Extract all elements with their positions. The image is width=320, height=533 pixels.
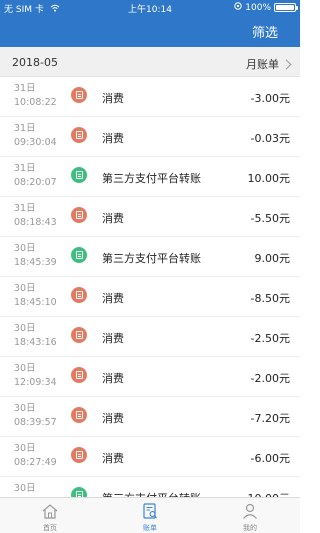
transaction-time: 12:09:34: [14, 377, 57, 388]
transaction-row[interactable]: 30日 18:45:10 消费 -8.50元: [0, 277, 300, 317]
transaction-amount: -6.00元: [250, 452, 290, 465]
transaction-day: 31日: [14, 203, 36, 214]
monthly-bill-link[interactable]: 月账单: [246, 56, 292, 72]
transaction-row[interactable]: 31日 08:18:43 消费 -5.50元: [0, 197, 300, 237]
transaction-datetime: 30日: [14, 482, 36, 496]
person-icon: [241, 503, 259, 519]
tab-bar: 首页 账单 我的: [0, 497, 300, 533]
tab-mine[interactable]: 我的: [200, 498, 300, 533]
transaction-datetime: 31日 08:20:07: [14, 162, 57, 190]
red-bill-icon: [71, 287, 87, 303]
transaction-title: 消费: [102, 212, 124, 225]
transaction-title: 第三方支付平台转账: [102, 252, 201, 265]
transaction-amount: -2.00元: [250, 372, 290, 385]
transaction-day: 30日: [14, 283, 36, 294]
transaction-day: 31日: [14, 163, 36, 174]
transaction-title: 消费: [102, 452, 124, 465]
header-bar: 无 SIM 卡 上午10:14 100% 筛选: [0, 0, 300, 47]
green-bill-icon: [71, 247, 87, 263]
red-bill-icon: [71, 127, 87, 143]
transaction-day: 31日: [14, 123, 36, 134]
status-bar: 无 SIM 卡 上午10:14 100%: [0, 0, 300, 15]
transaction-datetime: 31日 09:30:04: [14, 122, 57, 150]
transaction-time: 08:27:49: [14, 457, 57, 468]
green-bill-icon: [71, 167, 87, 183]
tab-bill[interactable]: 账单: [100, 498, 200, 533]
monthly-bill-label: 月账单: [246, 58, 279, 71]
transaction-row[interactable]: 30日 12:09:34 消费 -2.00元: [0, 357, 300, 397]
transaction-time: 09:30:04: [14, 137, 57, 148]
transaction-time: 08:18:43: [14, 217, 57, 228]
transaction-time: 18:45:10: [14, 297, 57, 308]
transaction-row[interactable]: 30日 18:43:16 消费 -2.50元: [0, 317, 300, 357]
transaction-time: 08:39:57: [14, 417, 57, 428]
transaction-day: 30日: [14, 323, 36, 334]
transaction-time: 18:43:16: [14, 337, 57, 348]
transaction-datetime: 30日 18:43:16: [14, 322, 57, 350]
month-bar: 2018-05 月账单: [0, 47, 300, 77]
transaction-title: 消费: [102, 92, 124, 105]
transaction-row[interactable]: 31日 08:20:07 第三方支付平台转账 10.00元: [0, 157, 300, 197]
transaction-title: 消费: [102, 412, 124, 425]
bill-search-icon: [141, 503, 159, 519]
transaction-day: 30日: [14, 363, 36, 374]
status-right: 100%: [234, 2, 298, 13]
transaction-datetime: 30日 18:45:39: [14, 242, 57, 270]
transaction-title: 消费: [102, 132, 124, 145]
red-bill-icon: [71, 327, 87, 343]
transaction-datetime: 30日 18:45:10: [14, 282, 57, 310]
transaction-day: 31日: [14, 83, 36, 94]
transaction-list[interactable]: 31日 10:08:22 消费 -3.00元 31日 09:30:04 消费 -0.03元 31…: [0, 77, 300, 497]
green-bill-icon: [71, 487, 87, 497]
chevron-right-icon: [281, 59, 292, 69]
transaction-time: 08:20:07: [14, 177, 57, 188]
transaction-title: 第三方支付平台转账: [102, 172, 201, 185]
red-bill-icon: [71, 207, 87, 223]
transaction-datetime: 30日 12:09:34: [14, 362, 57, 390]
transaction-datetime: 31日 08:18:43: [14, 202, 57, 230]
transaction-amount: -3.00元: [250, 92, 290, 105]
transaction-day: 30日: [14, 243, 36, 254]
filter-button[interactable]: 筛选: [252, 22, 278, 41]
transaction-day: 30日: [14, 483, 36, 494]
orientation-lock-icon: [234, 2, 242, 13]
transaction-row[interactable]: 30日 08:39:57 消费 -7.20元: [0, 397, 300, 437]
transaction-amount: 10.00元: [248, 490, 291, 497]
transaction-amount: -8.50元: [250, 292, 290, 305]
red-bill-icon: [71, 407, 87, 423]
transaction-row[interactable]: 30日第三方支付平台转账 10.00元: [0, 477, 300, 497]
transaction-row[interactable]: 31日 09:30:04 消费 -0.03元: [0, 117, 300, 157]
transaction-title: 消费: [102, 292, 124, 305]
red-bill-icon: [71, 447, 87, 463]
transaction-amount: -5.50元: [250, 212, 290, 225]
transaction-time: 18:45:39: [14, 257, 57, 268]
red-bill-icon: [71, 367, 87, 383]
transaction-row[interactable]: 30日 08:27:49 消费 -6.00元: [0, 437, 300, 477]
transaction-title: 消费: [102, 332, 124, 345]
month-label: 2018-05: [12, 56, 58, 69]
battery-percent: 100%: [245, 2, 271, 13]
tab-mine-label: 我的: [243, 524, 257, 532]
transaction-title: 消费: [102, 372, 124, 385]
tab-bill-label: 账单: [143, 524, 157, 532]
transaction-datetime: 31日 10:08:22: [14, 82, 57, 110]
transaction-day: 30日: [14, 403, 36, 414]
transaction-title: 第三方支付平台转账: [102, 490, 201, 497]
transaction-row[interactable]: 30日 18:45:39 第三方支付平台转账 9.00元: [0, 237, 300, 277]
transaction-row[interactable]: 31日 10:08:22 消费 -3.00元: [0, 77, 300, 117]
tab-home-label: 首页: [43, 524, 57, 532]
transaction-datetime: 30日 08:27:49: [14, 442, 57, 470]
tab-home[interactable]: 首页: [0, 498, 100, 533]
home-icon: [41, 503, 59, 519]
red-bill-icon: [71, 87, 87, 103]
transaction-amount: -7.20元: [250, 412, 290, 425]
transaction-day: 30日: [14, 443, 36, 454]
transaction-amount: -2.50元: [250, 332, 290, 345]
transaction-amount: -0.03元: [250, 132, 290, 145]
transaction-datetime: 30日 08:39:57: [14, 402, 57, 430]
transaction-amount: 9.00元: [254, 252, 291, 265]
transaction-time: 10:08:22: [14, 97, 57, 108]
transaction-amount: 10.00元: [247, 172, 291, 185]
battery-icon: [274, 3, 298, 12]
